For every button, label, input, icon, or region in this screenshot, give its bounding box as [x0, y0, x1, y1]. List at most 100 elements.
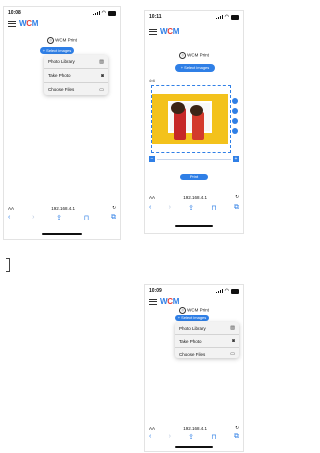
printer-icon: ⎙	[179, 52, 187, 59]
wcm-logo: WCM	[160, 297, 180, 306]
status-icons: ◠	[215, 287, 239, 294]
battery-icon	[108, 10, 116, 16]
tabs-icon[interactable]: ⧉	[111, 214, 116, 222]
address-bar[interactable]: AA 192.168.4.1 ↻	[149, 194, 239, 200]
status-icons: ◠	[92, 9, 116, 16]
browser-toolbar: ‹ › ⇪ ⊓ ⧉	[149, 433, 239, 441]
forward-icon[interactable]: ›	[169, 204, 171, 212]
browser-toolbar: ‹ › ⇪ ⊓ ⧉	[8, 214, 116, 222]
text-size-button[interactable]: AA	[149, 426, 155, 431]
back-icon[interactable]: ‹	[149, 433, 151, 441]
text-size-button[interactable]: AA	[8, 206, 14, 211]
home-indicator	[175, 225, 213, 227]
menu-item-choose-files[interactable]: Choose Files ▭	[175, 348, 239, 358]
image-source-menu: Photo Library ▨ Take Photo ◙ Choose Files ▭	[175, 322, 239, 358]
select-images-button[interactable]: + Select images	[175, 64, 215, 72]
menu-item-photo-library[interactable]: Photo Library ▨	[175, 322, 239, 335]
printer-icon: ⎙	[179, 307, 187, 314]
forward-icon[interactable]: ›	[32, 214, 34, 222]
address-bar[interactable]: AA 192.168.4.1 ↻	[8, 205, 116, 211]
folder-icon: ▭	[99, 86, 104, 93]
bookmarks-icon[interactable]: ⊓	[211, 204, 216, 212]
clock: 10:09	[149, 288, 162, 294]
hamburger-menu-icon[interactable]	[8, 20, 16, 27]
folder-icon: ▭	[230, 351, 235, 357]
photo-icon: ▨	[99, 58, 104, 65]
back-icon[interactable]: ‹	[149, 204, 151, 212]
tabs-icon[interactable]: ⧉	[234, 433, 239, 441]
url-text: 192.168.4.1	[51, 205, 75, 211]
zoom-slider[interactable]: − +	[149, 156, 239, 162]
page-title: ⎙ WCM Print	[145, 307, 243, 314]
image-editor: 4×6 − +	[148, 78, 240, 168]
zoom-out-icon[interactable]: −	[149, 156, 155, 162]
signal-icon	[92, 11, 100, 15]
reload-icon[interactable]: ↻	[112, 205, 116, 211]
zoom-in-icon[interactable]: +	[233, 156, 239, 162]
app-header: WCM	[149, 297, 179, 306]
tabs-icon[interactable]: ⧉	[234, 204, 239, 212]
url-text: 192.168.4.1	[183, 194, 207, 200]
wcm-logo: WCM	[19, 19, 39, 28]
share-icon[interactable]: ⇪	[56, 214, 62, 222]
wifi-icon: ◠	[101, 9, 106, 16]
bracket-mark	[6, 258, 10, 272]
clock: 10:08	[8, 10, 21, 16]
back-icon[interactable]: ‹	[8, 214, 10, 222]
paper-ratio-label: 4×6	[149, 79, 155, 83]
share-icon[interactable]: ⇪	[188, 204, 194, 212]
menu-item-photo-library[interactable]: Photo Library ▨	[44, 55, 108, 69]
phone-screen-library-menu: 10:08 ◠ WCM ⎙ WCM Print + Select images P…	[3, 6, 121, 240]
page-title: ⎙ WCM Print	[145, 52, 243, 59]
phone-screen-library-menu-2: 10:09 ◠ WCM ⎙ WCM Print + Select images P…	[144, 284, 244, 452]
home-indicator	[175, 446, 213, 448]
wifi-icon: ◠	[224, 13, 229, 20]
printer-icon: ⎙	[47, 37, 55, 44]
bookmarks-icon[interactable]: ⊓	[211, 433, 216, 441]
menu-item-take-photo[interactable]: Take Photo ◙	[175, 335, 239, 348]
slider-track[interactable]	[157, 158, 231, 160]
edit-icon[interactable]	[232, 108, 238, 114]
battery-icon	[231, 14, 239, 20]
app-header: WCM	[8, 19, 38, 28]
reload-icon[interactable]: ↻	[235, 425, 239, 431]
status-bar: 10:11 ◠	[149, 13, 239, 21]
text-size-button[interactable]: AA	[149, 195, 155, 200]
forward-icon[interactable]: ›	[169, 433, 171, 441]
select-images-button[interactable]: + Select images	[175, 315, 209, 321]
hamburger-menu-icon[interactable]	[149, 298, 157, 305]
wifi-icon: ◠	[224, 287, 229, 294]
delete-icon[interactable]	[232, 118, 238, 124]
menu-item-take-photo[interactable]: Take Photo ◙	[44, 69, 108, 83]
share-icon[interactable]: ⇪	[188, 433, 194, 441]
browser-toolbar: ‹ › ⇪ ⊓ ⧉	[149, 204, 239, 212]
address-bar[interactable]: AA 192.168.4.1 ↻	[149, 425, 239, 431]
photo-preview[interactable]	[152, 94, 228, 144]
status-icons: ◠	[215, 13, 239, 20]
menu-item-choose-files[interactable]: Choose Files ▭	[44, 83, 108, 95]
rotate-icon[interactable]	[232, 98, 238, 104]
hair-shape	[190, 105, 203, 116]
signal-icon	[215, 15, 223, 19]
url-text: 192.168.4.1	[183, 425, 207, 431]
app-header: WCM	[149, 27, 179, 36]
clock: 10:11	[149, 14, 162, 20]
bookmarks-icon[interactable]: ⊓	[84, 214, 89, 222]
print-button[interactable]: Print	[180, 174, 208, 180]
reload-icon[interactable]: ↻	[235, 194, 239, 200]
select-images-button[interactable]: + Select images	[40, 47, 74, 54]
signal-icon	[215, 289, 223, 293]
photo-icon: ▨	[230, 325, 235, 331]
hamburger-menu-icon[interactable]	[149, 28, 157, 35]
phone-screen-editor: 10:11 ◠ WCM ⎙ WCM Print + Select images 4…	[144, 10, 244, 234]
camera-icon: ◙	[231, 338, 235, 344]
status-bar: 10:09 ◠	[149, 287, 239, 295]
home-indicator	[42, 233, 82, 235]
crop-icon[interactable]	[232, 128, 238, 134]
status-bar: 10:08 ◠	[8, 9, 116, 17]
camera-icon: ◙	[100, 72, 104, 79]
image-source-menu: Photo Library ▨ Take Photo ◙ Choose Files ▭	[44, 55, 108, 95]
person-figure	[192, 112, 204, 140]
wcm-logo: WCM	[160, 27, 180, 36]
hair-shape	[171, 102, 185, 114]
